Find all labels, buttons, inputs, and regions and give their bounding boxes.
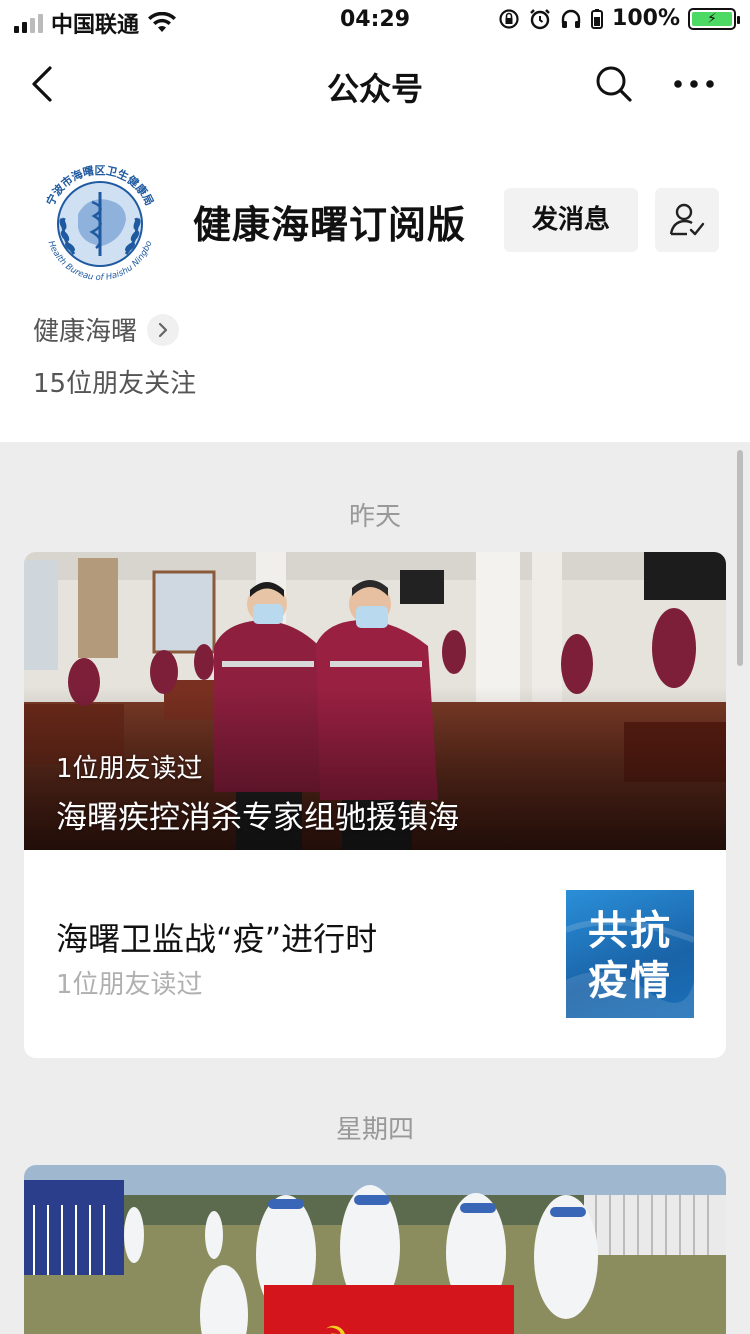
battery-icon: ⚡ [688,7,740,30]
battery-charging-icon: ⚡ [692,11,732,26]
account-profile: 宁波市海曙区卫生健康局 Health Bureau of Haishu Ning… [0,128,750,442]
thumbnail-text: 共抗 疫情 [566,906,694,1006]
lead-article[interactable]: 1位朋友读过 海曙疾控消杀专家组驰援镇海 [24,552,726,850]
account-logo[interactable]: 宁波市海曙区卫生健康局 Health Bureau of Haishu Ning… [30,154,170,294]
scrollbar[interactable] [737,450,743,666]
battery-percent: 100% [612,6,680,31]
svg-text:☭: ☭ [314,1319,350,1334]
user-check-icon [669,203,705,236]
article-thumbnail: 共抗 疫情 [566,890,694,1018]
lead-article-title: 海曙疾控消杀专家组驰援镇海 [56,800,459,836]
article-card: 1位朋友读过 海曙疾控消杀专家组驰援镇海 海曙卫监战“疫”进行时 1位朋友读过 … [24,552,726,1058]
orientation-lock-icon [499,8,519,29]
more-icon [674,80,714,88]
status-right: 100% ⚡ [498,6,740,31]
lead-article[interactable]: ☭ [24,1165,726,1334]
nav-bar: 公众号 [0,42,750,128]
back-button[interactable] [22,62,66,106]
thumbnail-text-line1: 共抗 [588,908,672,954]
lead-article-photo: ☭ [24,1165,726,1334]
lead-article-read-count: 1位朋友读过 [56,754,203,784]
chevron-left-icon [32,66,52,102]
friends-following: 15位朋友关注 [33,369,197,399]
account-name: 健康海曙订阅版 [193,203,467,247]
more-button[interactable] [668,62,720,106]
battery-status-icon [591,8,604,29]
search-button[interactable] [592,62,636,106]
date-separator: 星期四 [335,1115,414,1145]
date-separator: 昨天 [348,502,401,532]
org-link[interactable]: 健康海曙 [33,311,180,348]
thumbnail-text-line2: 疫情 [588,958,672,1004]
following-button[interactable] [655,188,719,252]
chevron-right-icon [147,313,180,346]
search-icon [596,66,632,102]
send-message-button[interactable]: 发消息 [504,188,638,252]
headphones-icon [561,9,581,28]
alarm-icon [530,8,550,29]
status-bar: 中国联通 04:29 100% ⚡ [0,0,750,42]
article-card: ☭ [24,1165,726,1334]
page-title: 公众号 [326,70,423,108]
article-read-count: 1位朋友读过 [56,970,203,1000]
org-name: 健康海曙 [33,317,138,347]
article-title: 海曙卫监战“疫”进行时 [56,920,378,958]
